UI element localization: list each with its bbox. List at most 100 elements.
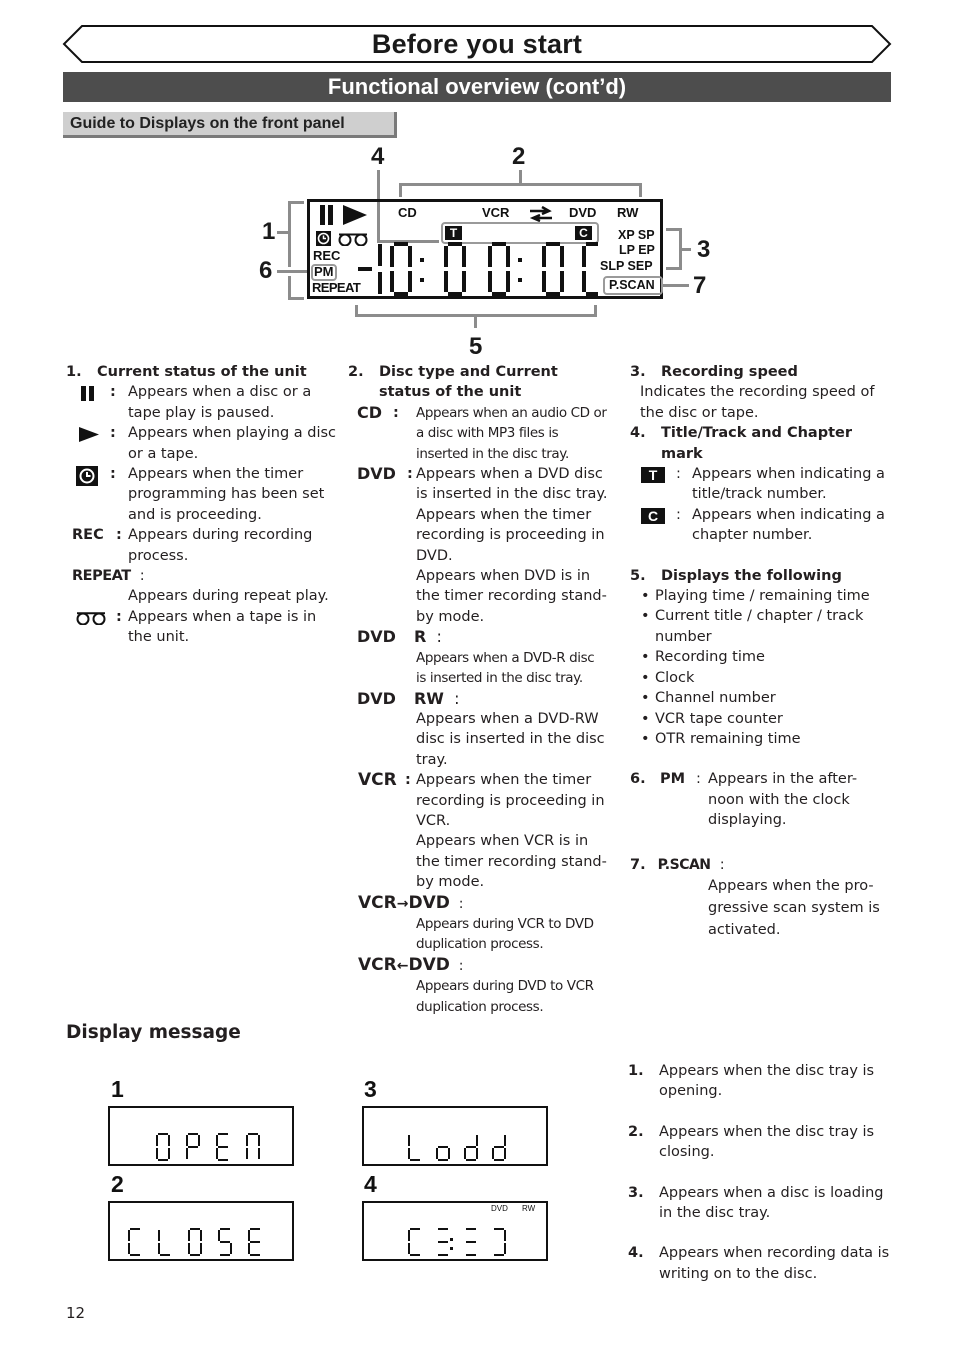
segment-f [216,1135,218,1146]
segment-a [448,242,462,246]
disc-item-cd: CD : Appears when an audio CD or a disc … [357,402,607,462]
segment-a [218,1133,228,1135]
segment-f [248,1230,250,1241]
timer-icon [76,466,98,492]
segment-a [586,242,598,246]
item-description-3: Appears when DVD is in the timer recordi… [416,568,607,625]
pause-icon-bar [328,205,333,225]
segment-d [130,1254,140,1256]
segment-a [190,1228,200,1230]
list-item: Recording time [639,647,892,668]
leader-7 [661,284,689,287]
lcd-vcr: VCR [482,205,510,220]
segment-e [248,1243,250,1254]
section-heading: Title/Track and Chapter [661,425,852,442]
segment-e [488,271,492,292]
vcr-label: VCR [358,954,397,975]
dvd-label: DVD [357,464,396,484]
segment-e [542,271,546,292]
segment-b [198,1135,200,1146]
segment-d [494,1254,504,1256]
segment-e [158,1243,160,1254]
colon-dot [420,258,424,262]
colon-dot [420,278,424,282]
page-number: 12 [66,1304,86,1322]
section-text: Indicates the recording speed of the dis… [640,384,875,421]
lcd-digits [358,242,598,296]
segment-g [438,1241,448,1243]
segment-b [504,1135,506,1146]
item-description: Appears when playing a disc or a tape. [128,425,337,462]
segment-c [476,1148,478,1159]
section-number: 7. [630,856,646,873]
segment-g [218,1146,228,1148]
segment-f [390,246,394,267]
segment-d [438,1159,448,1161]
disc-item-dvd-to-vcr: VCR←DVD : Appears during DVD to VCR dupl… [358,954,594,1015]
arrow-left-icon: ← [396,957,409,974]
disc-item-dvd-rw: DVD RW : Appears when a DVD-RW disc is in… [357,688,605,768]
lcd-speed-xp-sp: XP SP [618,228,655,242]
disc-item-vcr: VCR : Appears when the timer recording i… [348,770,608,892]
segment-d [466,1159,476,1161]
mark-item-chapter: C : Appears when indicating a chapter nu… [630,505,892,546]
chapter-banner: Before you start [62,24,892,64]
pscan-label: P.SCAN [657,856,711,873]
item-description: Appears when indicating a chapter number… [692,506,885,544]
callout-6: 6 [259,257,273,284]
status-item-tape: : Appears when a tape is in the unit. [66,607,336,648]
item-description: Appears during VCR to DVD duplication pr… [416,915,594,953]
segment-f [188,1230,190,1241]
segment-c [504,1148,506,1159]
segment-e [128,1243,130,1254]
segment-f [218,1230,220,1241]
segment-d [220,1254,230,1256]
colon-dot [450,1247,453,1250]
lcd-dvd: DVD [569,205,597,220]
segment-c [448,1148,450,1159]
segment-c [462,271,466,292]
segment-f [408,1230,410,1241]
segment-a [394,242,408,246]
segment-d [410,1159,420,1161]
segment-b [258,1135,260,1146]
title-mark-icon: T [641,467,665,484]
item-description: Appears when the disc tray is closing. [659,1123,875,1161]
section-number: 6. [630,771,646,788]
display-message-descriptions: 1. Appears when the disc tray is opening… [628,1061,894,1284]
section-displays: 5. Displays the following Playing time /… [630,566,892,750]
message-description-3: 3. Appears when a disc is loading in the… [628,1183,894,1224]
colon-dot [450,1238,453,1241]
section-heading-line2: mark [661,445,703,462]
segment-d [494,1159,504,1161]
display-panel-close [108,1201,294,1261]
list-item: VCR tape counter [639,709,892,730]
panel-number: 2 [111,1171,124,1197]
dvd-label: DVD [408,892,450,913]
segment-e [444,271,448,292]
segment-e [186,1148,188,1159]
pause-icon [81,386,95,407]
title-mark-icon: T [445,226,462,240]
vcr-label: VCR [358,770,397,791]
item-description: Appears when the disc tray is opening. [659,1063,875,1100]
segment-d [448,292,462,296]
segment-c [506,271,510,292]
segment-e [464,1148,466,1159]
segment-f [408,1135,410,1146]
segment-a [438,1228,448,1230]
segment-a [494,1228,504,1230]
subsection-title: Guide to Displays on the front panel [63,112,397,138]
segment-a [492,242,506,246]
dvd-label: DVD [408,954,450,975]
disc-item-dvd-r: DVD R : Appears when a DVD-R disc is inse… [357,627,595,687]
segment-a [188,1133,198,1135]
segment-b [560,246,564,267]
segment-g [494,1146,504,1148]
segment-e [216,1148,218,1159]
segment-b [408,246,412,267]
segment-c [408,271,412,292]
item-description: Appears when a disc is loading in the di… [659,1184,884,1222]
segment-f [488,246,492,267]
arrow-right-icon: → [396,895,409,912]
